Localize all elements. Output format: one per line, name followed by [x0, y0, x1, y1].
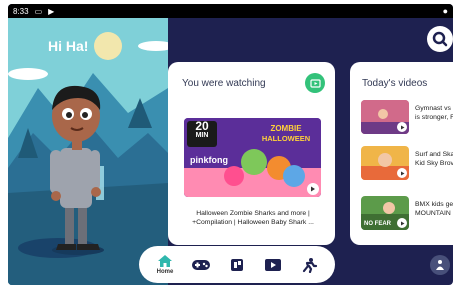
today-video-title-line1: Surf and Ska: [415, 151, 453, 158]
today-video-title: Surf and Ska Kid Sky Brov: [415, 150, 453, 168]
bottom-navigation: Home: [139, 246, 335, 283]
play-icon: [400, 125, 404, 129]
watching-video-thumbnail[interactable]: pinkfong 20 MIN ZOMBIE HALLOWEEN: [184, 118, 321, 197]
search-icon: [432, 31, 448, 47]
today-video-title-line2: MOUNTAIN I: [415, 210, 453, 217]
play-button[interactable]: [397, 168, 407, 178]
today-video-thumbnail: [361, 100, 409, 134]
watching-video-title: Halloween Zombie Sharks and more | +Comp…: [192, 210, 314, 226]
you-were-watching-card[interactable]: You were watching pinkfong 20 MIN ZOMBIE…: [168, 62, 335, 245]
thumbnail-headline-2: HALLOWEEN: [261, 134, 311, 143]
play-icon: [311, 186, 315, 192]
play-store-icon: ▶: [48, 6, 55, 16]
lock-person-icon: [436, 260, 444, 270]
gamepad-icon: [192, 259, 210, 270]
today-video-item[interactable]: NO FEAR BMX kids ge MOUNTAIN I: [361, 196, 453, 232]
status-bar: 8:33 ▭ ▶ ●: [8, 4, 453, 18]
play-button[interactable]: [307, 183, 319, 195]
home-icon: [158, 255, 172, 267]
today-video-item[interactable]: Surf and Ska Kid Sky Brov: [361, 146, 453, 182]
play-button[interactable]: [397, 122, 407, 132]
today-video-thumbnail: NO FEAR: [361, 196, 409, 230]
nav-videos[interactable]: [257, 249, 289, 281]
profile-scene-illustration: [8, 18, 168, 285]
today-thumb-label: NO FEAR: [364, 221, 391, 227]
brand-label: pinkfong: [190, 155, 228, 165]
sim-icon: ▭: [34, 6, 43, 16]
todays-videos-card: Today's videos Gymnast vs is stronger, F: [350, 62, 453, 245]
today-video-title-line1: Gymnast vs: [415, 105, 451, 112]
watching-history-button[interactable]: [305, 73, 325, 93]
thumbnail-headline-1: ZOMBIE: [270, 124, 302, 133]
today-video-title-line2: Kid Sky Brov: [415, 160, 453, 167]
battery-icon: ●: [442, 6, 448, 16]
duration-badge-unit: MIN: [195, 132, 209, 139]
today-video-thumbnail: [361, 146, 409, 180]
video-icon: [265, 258, 281, 271]
duration-badge-number: 20: [195, 119, 209, 133]
todays-videos-title: Today's videos: [362, 78, 428, 89]
today-video-title: Gymnast vs is stronger, F: [415, 104, 453, 122]
nav-explore[interactable]: [293, 249, 325, 281]
explore-icon: [302, 257, 318, 273]
today-video-item[interactable]: Gymnast vs is stronger, F: [361, 100, 453, 136]
video-library-icon: [309, 78, 321, 88]
music-icon: [231, 258, 243, 271]
device-frame: 8:33 ▭ ▶ ● Hi Ha! You were watching pink…: [0, 0, 457, 287]
play-icon: [400, 221, 404, 225]
status-time: 8:33: [13, 6, 29, 16]
you-were-watching-title: You were watching: [182, 78, 266, 89]
today-video-title: BMX kids ge MOUNTAIN I: [415, 200, 453, 218]
parent-account-button[interactable]: [430, 255, 450, 275]
nav-music[interactable]: [221, 249, 253, 281]
nav-home[interactable]: Home: [149, 249, 181, 281]
search-button[interactable]: [427, 26, 453, 52]
greeting-text: Hi Ha!: [48, 38, 89, 54]
play-icon: [400, 171, 404, 175]
nav-games[interactable]: [185, 249, 217, 281]
nav-home-label: Home: [156, 269, 174, 275]
app-screen: 8:33 ▭ ▶ ● Hi Ha! You were watching pink…: [8, 4, 453, 285]
today-video-title-line1: BMX kids ge: [415, 201, 453, 208]
play-button[interactable]: [397, 218, 407, 228]
today-video-title-line2: is stronger, F: [415, 114, 453, 121]
